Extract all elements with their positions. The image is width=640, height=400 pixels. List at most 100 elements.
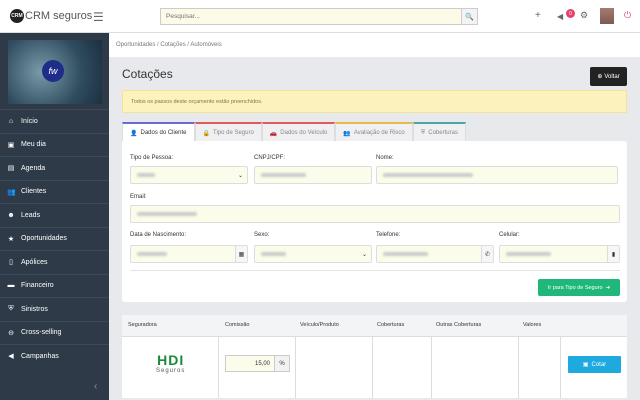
collapse-sidebar-icon[interactable]: ‹ [94,381,97,392]
gear-icon[interactable]: ⚙ [580,10,588,21]
menu-toggle-icon[interactable]: ☰ [93,10,104,24]
cnpj-label: CNPJ/CPF: [254,155,286,161]
user-group-icon: ☻ [7,211,15,219]
commission-input[interactable]: 15,00% [225,355,290,372]
page-title: Cotações [122,67,173,81]
sidebar-item-campanhas[interactable]: ◀ Campanhas [0,344,109,368]
table-header: Seguradora Comissão Veículo/Produto Cobe… [122,315,627,337]
sex-label: Sexo: [254,232,270,238]
tab-2[interactable]: 🔒 Tipo de Seguro [194,122,262,142]
shield-icon: ⛨ [8,305,14,313]
sidebar-item-label: Oportunidades [21,235,67,243]
person-type-select[interactable]: ⌄ [130,166,248,184]
sidebar-item-label: Financeiro [21,282,54,290]
insurer-logo: HDI Seguros [156,352,186,374]
tab-icon: 👤 [130,130,138,137]
person-type-label: Tipo de Pessoa: [130,155,174,161]
profile-logo: fw [42,60,64,82]
file-icon: ▯ [9,259,13,267]
power-icon[interactable]: ⏻ [624,10,631,21]
phone-icon: ✆ [481,246,493,262]
status-alert: Todos os passos deste orçamento estão pr… [122,90,627,113]
tab-icon: 🔒 [202,130,210,137]
tab-3[interactable]: 🚗 Dados do Veículo [261,122,336,142]
tab-icon: 👥 [343,130,351,137]
sidebar-item-oportunidades[interactable]: ★ Oportunidades [0,226,109,251]
notification-badge: 0 [566,9,575,18]
add-icon[interactable]: + [535,10,541,21]
sidebar-item-label: Agenda [21,164,46,172]
next-step-button[interactable]: Ir para Tipo de Seguro ➜ [538,279,620,296]
name-input[interactable] [376,166,618,184]
home-icon: ⌂ [8,117,14,125]
tab-1[interactable]: 👤 Dados do Cliente [122,122,195,142]
sidebar-item-label: Clientes [21,188,47,196]
birthdate-input[interactable]: ▦ [130,245,248,263]
users-icon: 👥 [7,188,16,196]
sidebar-item-label: Meu dia [21,141,46,149]
chevron-down-icon: ⌄ [361,252,367,258]
col-header: Veículo/Produto [300,322,339,328]
quotes-table: Seguradora Comissão Veículo/Produto Cobe… [122,315,627,398]
sidebar-item-meu-dia[interactable]: ▣ Meu dia [0,132,109,157]
col-header: Seguradora [128,322,157,328]
megaphone-icon[interactable]: ◀ [557,12,563,21]
search-button[interactable]: 🔍 [461,9,477,24]
tab-4[interactable]: 👥 Avaliação de Risco [335,122,413,142]
quote-button[interactable]: ▣ Cotar [568,356,621,373]
star-icon: ★ [7,235,15,243]
avatar[interactable] [600,8,614,24]
sidebar-item-financeiro[interactable]: ▬ Financeiro [0,273,109,298]
client-form-card: Tipo de Pessoa: ⌄ CNPJ/CPF: Nome: Email:… [122,141,627,302]
profile-image: fw [8,40,102,104]
phone-input[interactable]: ✆ [376,245,494,263]
credit-card-icon: ▬ [7,282,15,290]
tab-icon: 🚗 [269,130,278,137]
plus-circle-icon: ⊕ [597,74,603,80]
exchange-icon: ⊖ [8,329,14,337]
sidebar-item-ap-lices[interactable]: ▯ Apólices [0,250,109,274]
tab-icon: ⛨ [420,129,426,136]
tab-5[interactable]: ⛨ Coberturas [412,122,466,142]
percent-addon: % [274,356,289,371]
megaphone-icon: ◀ [8,353,14,361]
chevron-down-icon: ⌄ [237,173,243,179]
sidebar-item-clientes[interactable]: 👥 Clientes [0,179,109,204]
calendar-icon: ▤ [7,165,15,173]
sex-select[interactable]: ⌄ [254,245,372,263]
sidebar-item-in-cio[interactable]: ⌂ Início [0,109,109,133]
mobile-label: Celular: [499,232,520,238]
sidebar-item-label: Leads [21,211,41,219]
sidebar-item-sinistros[interactable]: ⛨ Sinistros [0,297,109,321]
email-field[interactable] [130,205,620,223]
sidebar-item-label: Cross-selling [21,329,62,337]
mobile-input[interactable]: ▮ [499,245,620,263]
sidebar-item-label: Apólices [21,258,48,266]
phone-label: Telefone: [376,232,401,238]
sidebar-item-label: Campanhas [21,352,59,360]
cnpj-input[interactable] [254,166,372,184]
logo[interactable]: CRM CRM seguros [10,9,92,23]
col-header: Comissão [225,322,250,328]
col-header: Outras Coberturas [436,322,482,328]
divider [130,270,620,271]
sidebar-item-leads[interactable]: ☻ Leads [0,203,109,227]
search-bar: 🔍 [160,8,478,25]
calculator-icon: ▣ [582,362,589,368]
email-label: Email: [130,194,147,200]
back-button[interactable]: ⊕ Voltar [590,67,627,86]
search-input[interactable] [161,9,461,24]
logo-mark: CRM [10,9,24,23]
calendar-day-icon: ▣ [7,141,15,149]
calendar-icon[interactable]: ▦ [235,246,247,262]
sidebar-item-cross-selling[interactable]: ⊖ Cross-selling [0,320,109,345]
sidebar-item-label: Início [21,117,38,125]
top-header: CRMCRM seguros ☰ 🔍 + ◀ 0 ⚙ ⏻ [0,0,640,33]
name-label: Nome: [376,155,394,161]
search-icon: 🔍 [465,13,474,21]
sidebar-item-label: Sinistros [21,305,48,313]
sidebar-item-agenda[interactable]: ▤ Agenda [0,156,109,180]
arrow-right-circle-icon: ➜ [605,284,611,291]
mobile-icon: ▮ [607,246,619,262]
tab-bar: 👤 Dados do Cliente 🔒 Tipo de Seguro 🚗 Dados d… [122,122,466,142]
